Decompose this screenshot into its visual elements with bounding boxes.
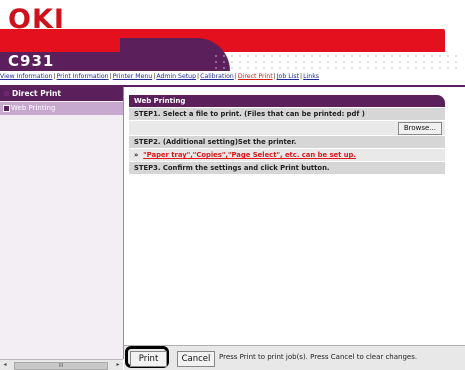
section-title: Web Printing	[134, 97, 186, 105]
nav-direct-print[interactable]: Direct Print	[238, 73, 273, 80]
main-content: Web Printing STEP1. Select a file to pri…	[124, 87, 465, 359]
bullet-icon	[4, 91, 9, 96]
cancel-button[interactable]: Cancel	[177, 351, 215, 367]
nav-print-information[interactable]: Print Information	[57, 73, 109, 80]
nav-view-information[interactable]: View Information	[0, 73, 52, 80]
print-button[interactable]: Print	[130, 351, 167, 367]
sidebar-header-label: Direct Print	[12, 89, 61, 98]
step2-link-row: » "Paper tray","Copies","Page Select", e…	[129, 149, 445, 161]
sidebar-item-label: Web Printing	[11, 104, 56, 112]
step2-text: STEP2. (Additional setting)Set the print…	[134, 138, 297, 146]
horizontal-scrollbar[interactable]: ◂ III ▸	[0, 359, 123, 370]
printer-settings-link[interactable]: "Paper tray","Copies","Page Select", etc…	[143, 151, 356, 159]
printer-model: C931	[8, 52, 55, 70]
action-bar: Print Cancel Press Print to print job(s)…	[124, 345, 465, 370]
nav-admin-setup[interactable]: Admin Setup	[156, 73, 196, 80]
nav-links[interactable]: Links	[303, 73, 319, 80]
file-select-row: Browse...	[129, 121, 445, 135]
sidebar-header: Direct Print	[0, 87, 123, 101]
scroll-right-icon[interactable]: ▸	[114, 361, 122, 369]
sidebar: Direct Print Web Printing	[0, 87, 124, 359]
step3-text: STEP3. Confirm the settings and click Pr…	[134, 164, 330, 172]
nav-calibration[interactable]: Calibration	[200, 73, 234, 80]
nav-job-list[interactable]: Job List	[277, 73, 299, 80]
step2-row: STEP2. (Additional setting)Set the print…	[129, 136, 445, 148]
header: OKI C931	[0, 0, 465, 71]
red-band	[0, 29, 445, 52]
browse-button[interactable]: Browse...	[397, 122, 442, 135]
step1-row: STEP1. Select a file to print. (Files th…	[129, 108, 445, 120]
step2-link-wrapper: » "Paper tray","Copies","Page Select", e…	[134, 151, 356, 159]
sidebar-item-web-printing[interactable]: Web Printing	[0, 102, 123, 115]
scroll-left-icon[interactable]: ◂	[1, 361, 9, 369]
section-header: Web Printing	[129, 95, 445, 107]
step3-row: STEP3. Confirm the settings and click Pr…	[129, 162, 445, 174]
nav-printer-menu[interactable]: Printer Menu	[113, 73, 153, 80]
square-bullet-icon	[3, 105, 10, 112]
chevron-icon: »	[134, 151, 139, 159]
action-hint: Press Print to print job(s). Press Cance…	[219, 353, 418, 361]
dot-pattern	[212, 53, 462, 71]
step1-text: STEP1. Select a file to print. (Files th…	[134, 110, 365, 118]
